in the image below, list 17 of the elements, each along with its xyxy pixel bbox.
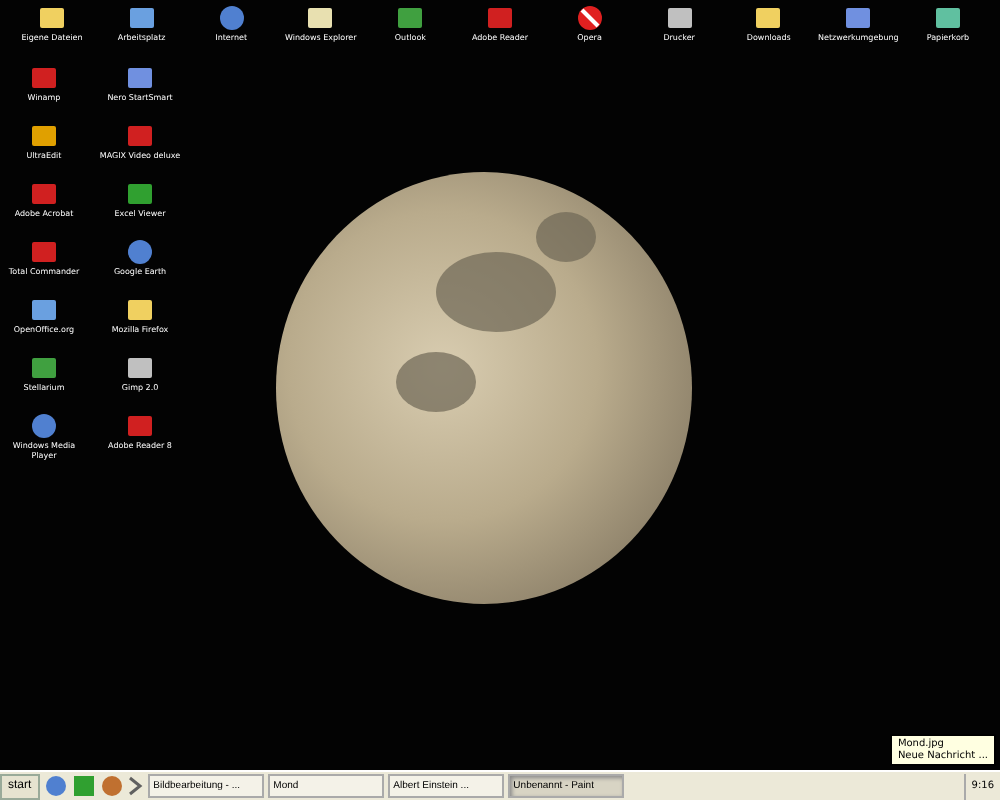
app-icon[interactable] — [665, 4, 694, 32]
folder-icon[interactable] — [38, 4, 66, 32]
app-icon[interactable] — [126, 180, 154, 208]
app-icon[interactable] — [575, 4, 604, 32]
app-icon[interactable] — [126, 64, 154, 92]
recycle-bin-icon[interactable] — [933, 4, 962, 32]
app-icon[interactable] — [30, 354, 58, 382]
app-icon[interactable] — [30, 296, 58, 324]
globe-icon[interactable] — [43, 774, 68, 798]
app-icon[interactable] — [126, 354, 154, 382]
app-icon[interactable] — [396, 4, 425, 32]
folder-icon[interactable] — [754, 4, 783, 32]
app-icon[interactable] — [30, 122, 58, 150]
folder-icon[interactable] — [126, 296, 154, 324]
app-icon[interactable] — [127, 4, 156, 32]
app-icon[interactable] — [306, 4, 335, 32]
app-icon[interactable] — [844, 4, 873, 32]
